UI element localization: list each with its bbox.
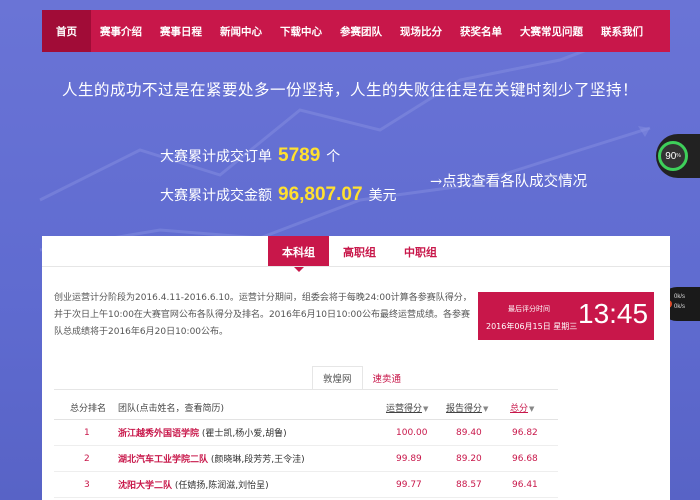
view-team-deals-link[interactable]: →点我查看各队成交情况 [430,170,587,191]
tab-divider [42,266,670,267]
row-ops-score: 99.89 [396,453,422,464]
nav-item-news[interactable]: 新闻中心 [211,10,271,52]
ranking-table: 总分排名 团队(点击姓名，查看简历) 运营得分▼ 报告得分▼ 总分▼ 1 浙江越… [54,396,558,498]
header-team: 团队(点击姓名，查看简历) [118,404,225,414]
tab-undergrad[interactable]: 本科组 [268,236,329,272]
row-team: 浙江越秀外国语学院 (瞿士凯,杨小爱,胡鲁) [118,426,386,439]
tab-vocational-mid[interactable]: 中职组 [390,236,451,267]
nav-item-teams[interactable]: 参赛团队 [331,10,391,52]
header-report-score[interactable]: 报告得分▼ [446,401,510,414]
header-rank: 总分排名 [70,404,107,414]
header-report-label: 报告得分 [446,404,483,414]
stat-orders-value: 5789 [278,145,321,166]
table-header: 总分排名 团队(点击姓名，查看简历) 运营得分▼ 报告得分▼ 总分▼ [54,396,558,420]
table-row: 3 沈阳大学二队 (任婧扬,陈润滋,刘怡呈) 99.77 88.57 96.41 [54,472,558,498]
row-rank: 1 [84,427,90,438]
nav-item-faq[interactable]: 大赛常见问题 [511,10,592,52]
nav-item-contact[interactable]: 联系我们 [592,10,652,52]
row-rank: 2 [84,453,90,464]
table-row: 1 浙江越秀外国语学院 (瞿士凯,杨小爱,胡鲁) 100.00 89.40 96… [54,420,558,446]
header-ops-label: 运营得分 [386,404,423,414]
tab-aliexpress[interactable]: 速卖通 [363,366,412,390]
last-score-label: 最后评分时间 [508,305,550,313]
slogan: 人生的成功不过是在紧要处多一份坚持，人生的失败往往是在关键时刻少了坚持！ [61,81,638,99]
stat-amount: 大赛累计成交金额 96,807.07 美元 [160,184,397,206]
platform-tabs: 敦煌网 速卖通 [312,366,411,390]
scoring-description: 创业运营计分阶段为2016.4.11-2016.6.10。运营计分期间，组委会将… [54,293,472,337]
speed-ring-icon: 90% [658,141,688,171]
speed-unit: % [676,153,681,159]
stat-orders: 大赛累计成交订单 5789 个 [160,145,340,167]
header-total-label: 总分 [510,404,529,414]
speed-widget[interactable]: 90% [656,134,700,178]
speed-value: 90 [665,150,677,162]
stat-amount-label: 大赛累计成交金额 [160,188,272,204]
row-team: 沈阳大学二队 (任婧扬,陈润滋,刘怡呈) [118,478,386,491]
row-report-score: 88.57 [456,479,482,490]
nav-item-home[interactable]: 首页 [42,10,91,52]
row-ops-score: 99.77 [396,479,422,490]
nav-item-schedule[interactable]: 赛事日程 [151,10,211,52]
last-score-time-box: 最后评分时间 2016年06月15日 星期三 13:45 [478,292,654,340]
last-score-clock: 13:45 [578,298,649,329]
sort-desc-icon: ▼ [529,405,535,413]
net-down: 0k/s [674,304,686,310]
row-report-score: 89.20 [456,453,482,464]
net-up: 0k/s [674,294,686,300]
sort-desc-icon: ▼ [483,405,489,413]
row-total-score: 96.41 [512,479,538,490]
team-name: 沈阳大学二队 [118,481,173,491]
header-ops-score[interactable]: 运营得分▼ [386,401,446,414]
nav-item-live-score[interactable]: 现场比分 [391,10,451,52]
nav-item-intro[interactable]: 赛事介绍 [91,10,151,52]
tab-dhgate[interactable]: 敦煌网 [312,366,363,390]
main-nav: 首页 赛事介绍 赛事日程 新闻中心 下载中心 参赛团队 现场比分 获奖名单 大赛… [42,10,670,52]
nav-item-download[interactable]: 下载中心 [271,10,331,52]
last-score-date: 2016年06月15日 星期三 [486,322,578,331]
row-total-score: 96.82 [512,427,538,438]
header-total-score[interactable]: 总分▼ [510,401,558,414]
tab-vocational-high[interactable]: 高职组 [329,236,390,267]
team-members[interactable]: (颜晓琳,段芳芳,王令洼) [211,455,305,465]
row-ops-score: 100.00 [396,427,428,438]
row-report-score: 89.40 [456,427,482,438]
stat-orders-label: 大赛累计成交订单 [160,149,272,165]
score-panel: 本科组 高职组 中职组 创业运营计分阶段为2016.4.11-2016.6.10… [42,236,670,500]
team-name: 湖北汽车工业学院二队 [118,455,209,465]
team-members[interactable]: (瞿士凯,杨小爱,胡鲁) [202,429,287,439]
stat-amount-value: 96,807.07 [278,184,363,205]
stat-amount-unit: 美元 [368,188,397,204]
group-tabs: 本科组 高职组 中职组 [268,236,451,272]
subtab-divider [54,389,558,390]
row-team: 湖北汽车工业学院二队 (颜晓琳,段芳芳,王令洼) [118,452,386,465]
team-members[interactable]: (任婧扬,陈润滋,刘怡呈) [175,481,269,491]
stat-orders-unit: 个 [326,149,341,165]
team-name: 浙江越秀外国语学院 [118,429,200,439]
nav-item-winners[interactable]: 获奖名单 [451,10,511,52]
table-row: 2 湖北汽车工业学院二队 (颜晓琳,段芳芳,王令洼) 99.89 89.20 9… [54,446,558,472]
sort-desc-icon: ▼ [423,405,429,413]
row-rank: 3 [84,479,90,490]
row-total-score: 96.68 [512,453,538,464]
